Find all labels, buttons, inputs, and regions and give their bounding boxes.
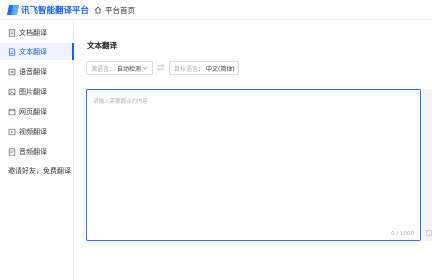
sidebar-item-document-translation[interactable]: 文档翻译	[0, 24, 74, 41]
source-language-value: 自动检测	[117, 65, 142, 73]
source-language-label: 源语言：	[91, 65, 116, 73]
character-counter: 0 / 1000	[391, 231, 414, 237]
sidebar-item-label: 图片翻译	[19, 87, 47, 96]
home-link-label: 平台首页	[105, 5, 135, 15]
home-link[interactable]: 平台首页	[94, 4, 135, 16]
source-language-select[interactable]: 源语言： 自动检测	[86, 61, 153, 75]
video-icon	[8, 128, 16, 135]
sidebar-item-voice-translation[interactable]: 语音翻译	[0, 63, 74, 80]
home-icon	[94, 6, 102, 14]
sidebar: 文档翻译 文本翻译 语音翻译 图片翻译 网页翻译 视频翻译 音频翻译 邀请好友，…	[0, 20, 74, 280]
text-document-icon	[8, 47, 16, 56]
sidebar-item-label: 文本翻译	[19, 47, 47, 56]
result-panel-edge	[423, 89, 432, 241]
document-icon	[8, 28, 16, 37]
input-placeholder: 请输入需要翻译的内容	[93, 99, 149, 105]
swap-languages-icon[interactable]	[156, 63, 165, 72]
logo-text: 讯飞智能翻译平台	[21, 6, 90, 16]
target-language-label: 目标语言：	[174, 65, 205, 73]
invite-label: 邀请好友，免费翻译	[8, 166, 71, 175]
sidebar-item-label: 文档翻译	[19, 28, 47, 37]
sidebar-item-image-translation[interactable]: 图片翻译	[0, 83, 74, 100]
platform-logo[interactable]: 讯飞智能翻译平台	[6, 3, 90, 17]
sidebar-item-label: 视频翻译	[19, 127, 47, 136]
audio-file-icon	[8, 147, 16, 156]
main-content: 文本翻译 源语言： 自动检测 目标语言： 中文(简体) 请输入需要翻译的内容 0…	[75, 20, 432, 280]
copy-icon[interactable]	[426, 230, 432, 236]
sidebar-item-audio-translation[interactable]: 音频翻译	[0, 143, 74, 160]
logo-icon	[6, 4, 20, 16]
sidebar-item-label: 网页翻译	[19, 107, 47, 116]
invite-friends-link[interactable]: 邀请好友，免费翻译	[0, 162, 74, 179]
chevron-down-icon	[228, 66, 234, 70]
sidebar-item-text-translation[interactable]: 文本翻译	[0, 43, 74, 60]
target-language-select[interactable]: 目标语言： 中文(简体)	[169, 61, 239, 75]
webpage-icon	[8, 108, 16, 115]
page-title: 文本翻译	[87, 41, 117, 50]
top-bar: 讯飞智能翻译平台 平台首页	[0, 0, 432, 20]
chevron-down-icon	[142, 66, 148, 70]
sidebar-item-label: 语音翻译	[19, 67, 47, 76]
image-icon	[8, 88, 16, 95]
sidebar-item-webpage-translation[interactable]: 网页翻译	[0, 103, 74, 120]
sidebar-item-label: 音频翻译	[19, 147, 47, 156]
source-text-input[interactable]: 请输入需要翻译的内容 0 / 1000	[86, 89, 421, 241]
audio-icon	[8, 68, 16, 75]
sidebar-item-video-translation[interactable]: 视频翻译	[0, 123, 74, 140]
